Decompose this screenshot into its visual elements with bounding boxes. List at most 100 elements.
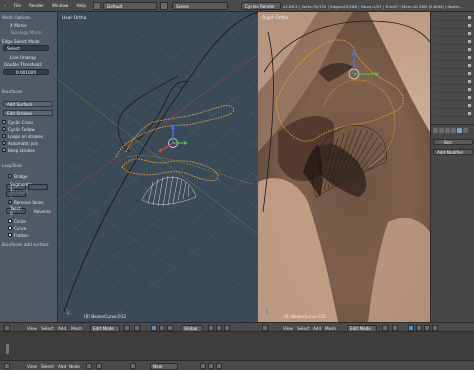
editor-type-icon[interactable]	[262, 325, 268, 331]
x-mirror-toggle[interactable]: X Mirror	[10, 22, 27, 28]
curve-button[interactable]: Curve	[8, 225, 26, 231]
menu-node[interactable]: Node	[69, 361, 80, 370]
list-item[interactable]	[433, 46, 473, 53]
menu-window[interactable]: Window	[48, 0, 73, 12]
vertex-select-icon[interactable]	[208, 325, 214, 331]
timeline-area[interactable]	[0, 332, 474, 360]
blender-logo-icon[interactable]	[0, 0, 10, 12]
loops-on-strokes-checkbox[interactable]: Loops on strokes	[2, 133, 43, 139]
live-unwrap-toggle[interactable]: Live Unwrap	[10, 54, 36, 60]
face-select-icon[interactable]	[224, 325, 230, 331]
add-surface-button[interactable]: Add Surface	[3, 101, 53, 107]
menu-render[interactable]: Render	[25, 0, 48, 12]
new-material-button[interactable]: New	[150, 362, 178, 370]
pivot-icon[interactable]	[392, 325, 398, 331]
viewport-user-ortho[interactable]: User Ortho (0) BezierCurve.012	[58, 12, 258, 322]
scale-icon[interactable]	[432, 325, 438, 331]
double-threshold-field[interactable]: 0.001000	[3, 69, 49, 75]
mesh-options-header[interactable]: Mesh Options	[2, 14, 31, 20]
world-shader-icon[interactable]	[96, 363, 102, 369]
cyclic-follow-checkbox[interactable]: Cyclic Follow	[2, 126, 35, 132]
list-item[interactable]	[433, 62, 473, 69]
looptools-header[interactable]: LoopTools	[2, 162, 22, 168]
eye-icon[interactable]	[467, 55, 471, 59]
mode-dropdown[interactable]: Edit Mode	[90, 324, 120, 332]
data-tab-icon[interactable]	[463, 128, 468, 133]
object-name-field[interactable]: Bez	[433, 139, 473, 145]
orientation-dropdown[interactable]: Global	[181, 324, 203, 332]
automatic-join-checkbox[interactable]: Automatic join	[2, 140, 38, 146]
viewport-right-ortho[interactable]: Right Ortho (0) BezierCurve.012	[258, 12, 430, 322]
eye-icon[interactable]	[467, 23, 471, 27]
object-tab-icon[interactable]	[451, 128, 456, 133]
layout-selector[interactable]: Default	[103, 2, 157, 10]
shading-icon[interactable]	[382, 325, 388, 331]
list-item[interactable]	[433, 110, 473, 117]
bridge-button[interactable]: Bridge	[8, 173, 28, 179]
eye-icon[interactable]	[467, 47, 471, 51]
list-item[interactable]	[433, 86, 473, 93]
editor-type-icon[interactable]	[4, 325, 10, 331]
eye-icon[interactable]	[467, 63, 471, 67]
segments-extra-field[interactable]	[28, 184, 48, 190]
strength-field[interactable]: Strength: 1	[6, 189, 30, 199]
twist-field[interactable]: Twist: 0	[6, 206, 26, 216]
scene-tab-icon[interactable]	[445, 128, 450, 133]
rotate-icon[interactable]	[424, 325, 430, 331]
flatten-button[interactable]: Flatten	[8, 232, 29, 238]
manipulator-icon[interactable]	[151, 325, 157, 331]
list-item[interactable]	[433, 30, 473, 37]
render-engine-selector[interactable]: Cycles Render	[241, 2, 281, 10]
menu-add[interactable]: Add	[58, 361, 66, 370]
modifier-tab-icon[interactable]	[457, 128, 462, 133]
bsurfaces-header[interactable]: Bsurfaces	[2, 88, 23, 94]
eye-icon[interactable]	[467, 71, 471, 75]
manipulator-icon[interactable]	[408, 325, 414, 331]
eye-icon[interactable]	[467, 87, 471, 91]
snap-icon[interactable]	[216, 363, 222, 369]
material-icon[interactable]	[130, 363, 136, 369]
edit-strokes-button[interactable]: Edit Strokes	[3, 110, 53, 116]
add-modifier-dropdown[interactable]: Add Modifier	[433, 149, 473, 155]
rotate-icon[interactable]	[167, 325, 173, 331]
remove-faces-checkbox[interactable]: Remove faces	[8, 199, 43, 205]
translate-icon[interactable]	[416, 325, 422, 331]
list-item[interactable]	[433, 102, 473, 109]
list-item[interactable]	[433, 38, 473, 45]
bsurfaces-operator-header[interactable]: Bsurfaces add surface	[2, 241, 49, 247]
edge-select-icon[interactable]	[216, 325, 222, 331]
edge-select-dropdown[interactable]: Select	[3, 45, 49, 51]
render-tab-icon[interactable]	[433, 128, 438, 133]
translate-icon[interactable]	[159, 325, 165, 331]
reverse-toggle[interactable]: Reverse	[34, 208, 51, 214]
object-shader-icon[interactable]	[86, 363, 92, 369]
menu-view[interactable]: View	[27, 361, 37, 370]
list-item[interactable]	[433, 14, 473, 21]
scene-icon[interactable]	[160, 2, 168, 10]
list-item[interactable]	[433, 22, 473, 29]
eye-icon[interactable]	[467, 111, 471, 115]
use-nodes-icon[interactable]	[200, 363, 206, 369]
eye-icon[interactable]	[467, 103, 471, 107]
cyclic-cross-checkbox[interactable]: Cyclic Cross	[2, 119, 33, 125]
layers-tab-icon[interactable]	[439, 128, 444, 133]
eye-icon[interactable]	[467, 79, 471, 83]
editor-type-icon[interactable]	[4, 363, 10, 369]
mode-dropdown-right[interactable]: Edit Mode	[347, 324, 377, 332]
eye-icon[interactable]	[467, 15, 471, 19]
layout-icon[interactable]	[93, 2, 101, 10]
eye-icon[interactable]	[467, 39, 471, 43]
shading-icon[interactable]	[124, 325, 130, 331]
menu-file[interactable]: File	[10, 0, 25, 12]
keep-strokes-checkbox[interactable]: Keep strokes	[2, 147, 35, 153]
circle-button[interactable]: Circle	[8, 218, 26, 224]
backdrop-icon[interactable]	[208, 363, 214, 369]
menu-select[interactable]: Select	[41, 361, 54, 370]
topology-mirror-toggle[interactable]: Topology Mirror	[10, 29, 42, 35]
scene-selector[interactable]: Scene	[172, 2, 228, 10]
menu-help[interactable]: Help	[72, 0, 90, 12]
pivot-icon[interactable]	[134, 325, 140, 331]
eye-icon[interactable]	[467, 95, 471, 99]
list-item[interactable]	[433, 94, 473, 101]
timeline-scrollbar[interactable]	[6, 344, 9, 354]
